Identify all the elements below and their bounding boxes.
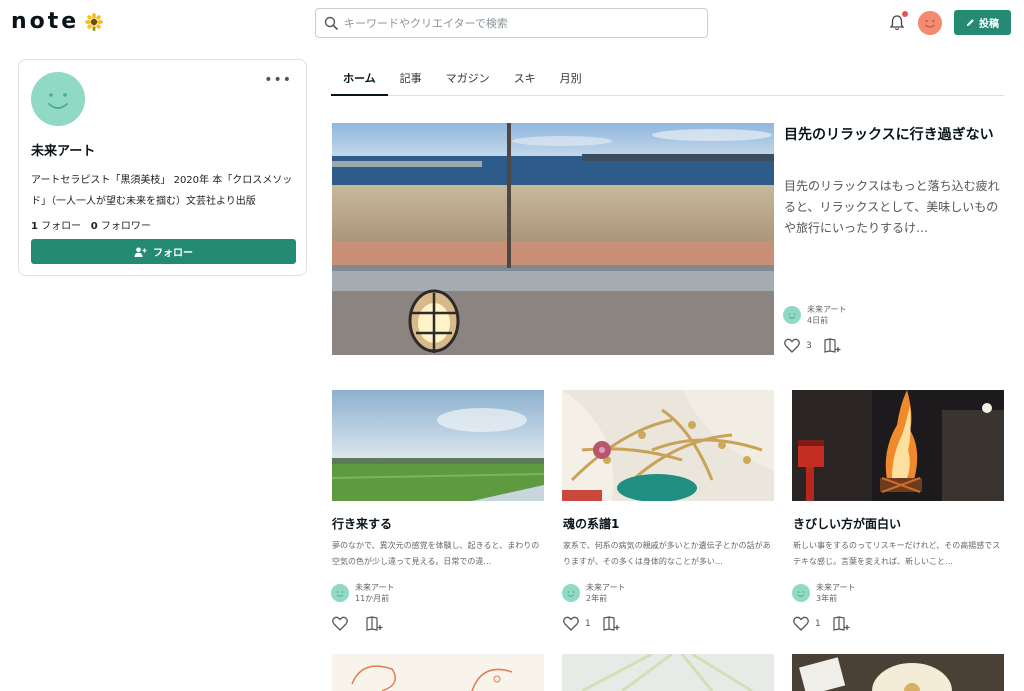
article-thumbnail-5[interactable] — [562, 654, 774, 691]
article-thumbnail-1[interactable] — [332, 390, 544, 501]
featured-article-image[interactable] — [332, 123, 774, 355]
post-button-label: 投稿 — [979, 19, 999, 30]
heart-icon[interactable] — [784, 338, 800, 353]
follower-count[interactable]: 0 — [91, 221, 98, 232]
tab-likes[interactable]: スキ — [502, 60, 548, 96]
article-author-1[interactable]: 未来アート 11か月前 — [331, 582, 395, 604]
post-time: 4日前 — [807, 316, 829, 325]
add-to-magazine-icon[interactable] — [603, 616, 621, 631]
article-thumbnail-2[interactable] — [562, 390, 774, 501]
author-avatar — [783, 306, 801, 324]
article-excerpt-2[interactable]: 家系で、何系の病気の親戚が多いとか遺伝子とかの話がありますが、その多くは身体的な… — [563, 538, 775, 570]
article-excerpt-3[interactable]: 新しい事をするのってリスキーだけれど、その高揚感でステキな感じ。言葉を変えれば、… — [793, 538, 1005, 570]
follower-label[interactable]: フォロワー — [101, 221, 151, 232]
profile-avatar[interactable] — [31, 72, 85, 126]
author-name: 未来アート — [807, 305, 847, 314]
author-meta: 未来アート 11か月前 — [355, 582, 395, 604]
article-author-3[interactable]: 未来アート 3年前 — [792, 582, 856, 604]
article-reactions-3: 1 — [793, 616, 851, 631]
post-time: 2年前 — [586, 594, 608, 603]
author-name: 未来アート — [816, 583, 856, 592]
like-count: 3 — [806, 340, 812, 351]
author-avatar — [562, 584, 580, 602]
like-count: 1 — [585, 618, 591, 629]
follow-count[interactable]: 1 — [31, 221, 38, 232]
search-box[interactable] — [315, 8, 708, 38]
follow-label[interactable]: フォロー — [41, 221, 81, 232]
tab-home[interactable]: ホーム — [331, 60, 388, 96]
follow-button[interactable]: フォロー — [31, 239, 296, 264]
profile-card: ••• 未来アート アートセラピスト「黒須美枝」 2020年 本「クロスメソッド… — [18, 59, 307, 276]
article-reactions-1 — [332, 616, 384, 631]
top-header: note キーワードやクリエイターで検索 投稿 — [0, 0, 1024, 46]
author-meta: 未来アート 3年前 — [816, 582, 856, 604]
post-time: 11か月前 — [355, 594, 390, 603]
featured-article-title[interactable]: 目先のリラックスに行き過ぎない — [784, 124, 1006, 147]
logo-text: note — [11, 9, 80, 34]
article-thumbnail-6[interactable] — [792, 654, 1004, 691]
author-avatar — [792, 584, 810, 602]
featured-author[interactable]: 未来アート 4日前 — [783, 304, 847, 326]
heart-icon[interactable] — [332, 616, 348, 631]
article-thumbnail-3[interactable] — [792, 390, 1004, 501]
pencil-icon — [966, 19, 974, 27]
follow-button-label: フォロー — [153, 248, 193, 259]
notification-badge — [902, 11, 908, 17]
author-meta: 未来アート 4日前 — [807, 304, 847, 326]
add-to-magazine-icon[interactable] — [833, 616, 851, 631]
article-title-1[interactable]: 行き来する — [332, 515, 544, 532]
profile-name[interactable]: 未来アート — [31, 140, 95, 159]
article-thumbnail-4[interactable] — [332, 654, 544, 691]
author-name: 未来アート — [355, 583, 395, 592]
tab-articles[interactable]: 記事 — [388, 60, 434, 96]
article-excerpt-1[interactable]: 夢のなかで、異次元の感覚を体験し、起きると、まわりの空気の色が少し違って見える。… — [332, 538, 544, 570]
more-options-icon[interactable]: ••• — [264, 72, 292, 88]
like-count: 1 — [815, 618, 821, 629]
author-meta: 未来アート 2年前 — [586, 582, 626, 604]
add-to-magazine-icon[interactable] — [366, 616, 384, 631]
add-to-magazine-icon[interactable] — [824, 338, 842, 353]
article-reactions-2: 1 — [563, 616, 621, 631]
search-icon — [324, 16, 338, 30]
author-avatar — [331, 584, 349, 602]
post-button[interactable]: 投稿 — [954, 10, 1011, 35]
article-title-2[interactable]: 魂の系譜1 — [563, 515, 775, 532]
featured-article-excerpt[interactable]: 目先のリラックスはもっと落ち込む疲れると、リラックスとして、美味しいものや旅行に… — [784, 176, 1006, 239]
article-author-2[interactable]: 未来アート 2年前 — [562, 582, 626, 604]
follow-stats: 1 フォロー 0 フォロワー — [31, 217, 151, 232]
add-person-icon — [134, 247, 147, 257]
article-title-3[interactable]: きびしい方が面白い — [793, 515, 1005, 532]
tab-monthly[interactable]: 月別 — [548, 60, 594, 96]
heart-icon[interactable] — [793, 616, 809, 631]
profile-bio: アートセラピスト「黒須美枝」 2020年 本「クロスメソッド」（一人一人が望む未… — [31, 175, 293, 207]
featured-reactions: 3 — [784, 338, 842, 353]
heart-icon[interactable] — [563, 616, 579, 631]
tab-magazines[interactable]: マガジン — [434, 60, 502, 96]
search-input[interactable] — [344, 16, 684, 30]
post-time: 3年前 — [816, 594, 838, 603]
author-name: 未来アート — [586, 583, 626, 592]
profile-tabs: ホーム 記事 マガジン スキ 月別 — [331, 60, 1004, 96]
note-logo[interactable]: note — [11, 9, 104, 34]
sunflower-icon — [85, 13, 104, 31]
user-avatar[interactable] — [918, 11, 942, 35]
